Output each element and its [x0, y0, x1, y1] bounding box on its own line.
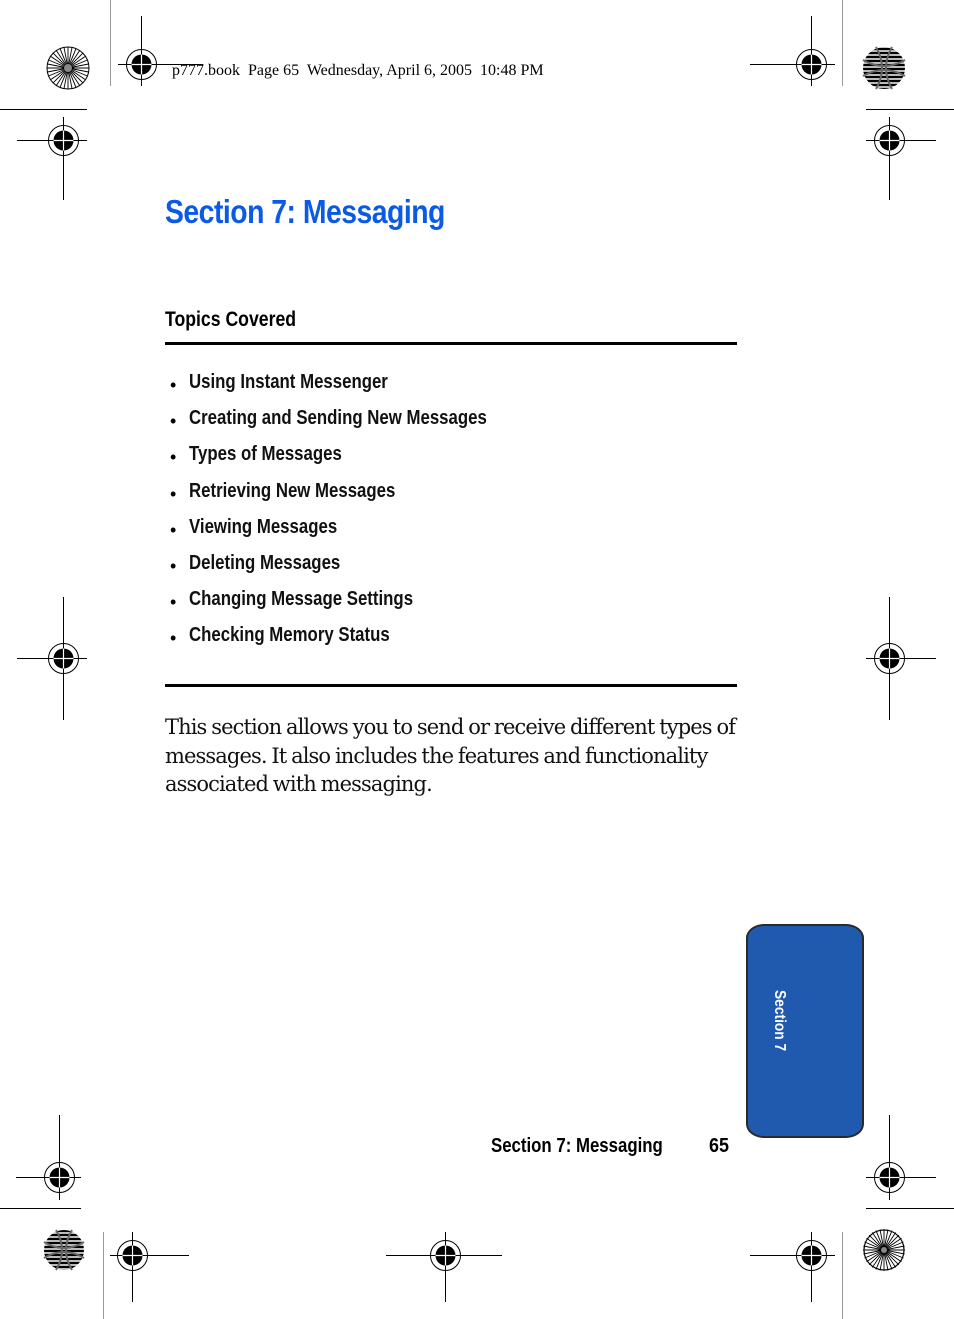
- topic-label: Creating and Sending New Messages: [189, 407, 487, 430]
- bullet-icon: •: [170, 483, 177, 504]
- crosshair-icon: [750, 1232, 835, 1302]
- crosshair-icon: [750, 16, 835, 86]
- bullet-icon: •: [170, 628, 177, 649]
- page-title: Section 7: Messaging: [165, 193, 445, 230]
- starburst-target-icon: [46, 46, 90, 90]
- crosshair-icon: [110, 1232, 189, 1302]
- footer-section-title: Section 7: Messaging: [491, 1135, 663, 1157]
- crosshair-icon: [866, 597, 936, 720]
- bullet-icon: •: [170, 519, 177, 540]
- bullet-icon: •: [170, 411, 177, 432]
- section-tab-label: Section 7: [771, 990, 788, 1052]
- page-number: 65: [709, 1135, 730, 1157]
- topic-label: Checking Memory Status: [189, 624, 390, 647]
- print-slug: p777.book Page 65 Wednesday, April 6, 20…: [172, 62, 544, 79]
- crosshair-icon: [16, 1115, 81, 1200]
- crosshair-icon: [17, 117, 87, 200]
- topic-label: Deleting Messages: [189, 551, 341, 574]
- divider: [165, 342, 737, 345]
- bullet-icon: •: [170, 375, 177, 395]
- bullet-icon: •: [170, 592, 177, 613]
- intro-paragraph: This section allows you to send or recei…: [165, 715, 736, 797]
- crosshair-icon: [866, 1115, 936, 1200]
- topic-label: Changing Message Settings: [189, 588, 414, 611]
- moire-target-icon: [862, 46, 906, 90]
- topics-heading: Topics Covered: [165, 308, 297, 331]
- topic-label: Using Instant Messenger: [189, 371, 388, 393]
- starburst-target-icon: [862, 1228, 906, 1272]
- topic-label: Retrieving New Messages: [189, 479, 396, 502]
- divider: [165, 684, 737, 687]
- topic-label: Types of Messages: [189, 443, 342, 466]
- section-tab: [746, 924, 864, 1138]
- bullet-icon: •: [170, 555, 177, 576]
- crosshair-icon: [386, 1232, 502, 1302]
- topic-label: Viewing Messages: [189, 515, 338, 538]
- crosshair-icon: [866, 117, 936, 200]
- crosshair-icon: [17, 597, 87, 720]
- moire-target-icon: [43, 1229, 85, 1271]
- bullet-icon: •: [170, 447, 177, 468]
